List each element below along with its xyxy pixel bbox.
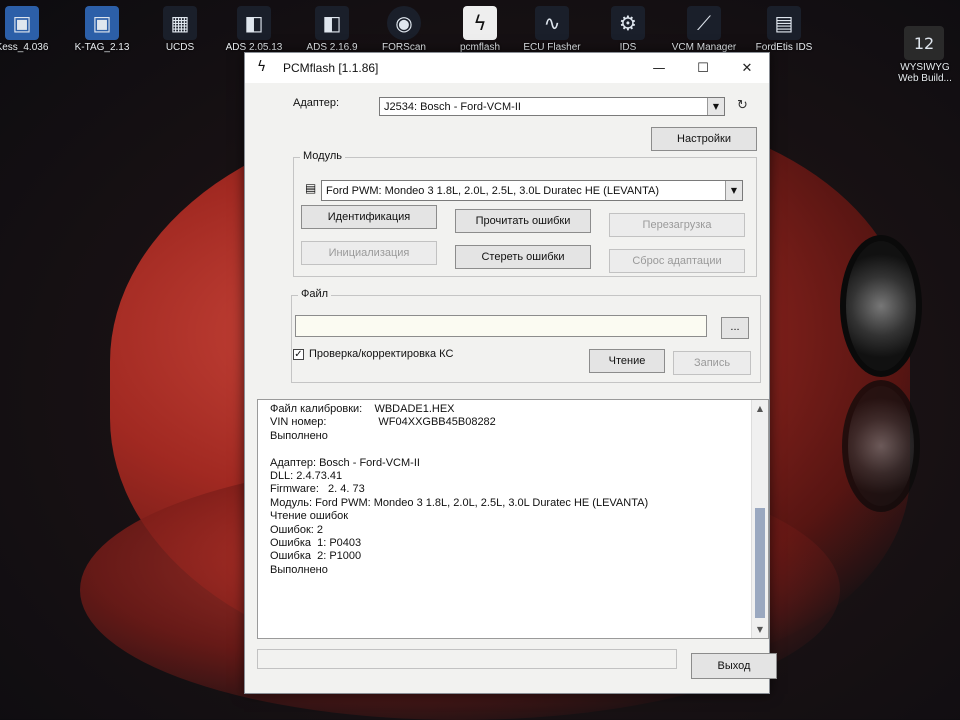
pcmflash-window: ϟ PCMflash [1.1.86] — ☐ ✕ Адаптер: J2534… <box>244 52 777 694</box>
log-line: Выполнено <box>270 429 328 442</box>
adapter-label: Адаптер: <box>293 97 340 109</box>
read-button[interactable]: Чтение <box>589 349 665 373</box>
wallpaper-wheel-reflection <box>842 380 920 512</box>
app-icon: ⚙ <box>611 6 645 40</box>
minimize-button[interactable]: — <box>637 53 681 83</box>
desktop-icon-ktag[interactable]: ▣ K-TAG_2.13 <box>62 6 142 53</box>
identify-button[interactable]: Идентификация <box>301 205 437 229</box>
desktop-icon-ids[interactable]: ⚙ IDS <box>588 6 668 53</box>
desktop-icon-fordetis[interactable]: ▤ FordEtis IDS <box>744 6 824 53</box>
app-icon: ◧ <box>315 6 349 40</box>
module-value: Ford PWM: Mondeo 3 1.8L, 2.0L, 2.5L, 3.0… <box>326 185 660 197</box>
log-line: Чтение ошибок <box>270 510 349 523</box>
desktop-icon-ecu-flasher[interactable]: ∿ ECU Flasher <box>512 6 592 53</box>
clear-errors-button[interactable]: Стереть ошибки <box>455 245 591 269</box>
chevron-down-icon: ▼ <box>725 181 742 200</box>
maximize-button[interactable]: ☐ <box>681 53 725 83</box>
log-output[interactable]: Файл калибровки: WBDADE1.HEX VIN номер: … <box>257 399 769 639</box>
scroll-down-icon[interactable]: ▼ <box>752 623 768 636</box>
app-icon: 12 <box>904 26 944 60</box>
adapter-select[interactable]: J2534: Bosch - Ford-VCM-II ▼ <box>379 97 725 116</box>
log-line: Firmware: 2. 4. 73 <box>270 483 365 496</box>
module-icon: ▤ <box>305 181 317 195</box>
app-icon: ∿ <box>535 6 569 40</box>
app-icon: ◉ <box>387 6 421 40</box>
app-icon: ▣ <box>5 6 39 40</box>
desktop-icon-kess[interactable]: ▣ Kess_4.036 <box>0 6 62 53</box>
checksum-label: Проверка/корректировка КС <box>309 348 454 360</box>
desktop-icon-ads-1[interactable]: ◧ ADS 2.05.13 <box>214 6 294 53</box>
app-icon: ▤ <box>767 6 801 40</box>
reboot-button[interactable]: Перезагрузка <box>609 213 745 237</box>
exit-button[interactable]: Выход <box>691 653 777 679</box>
log-line: Выполнено <box>270 563 328 576</box>
wallpaper-wheel <box>840 235 922 377</box>
log-line: Ошибка 1: P0403 <box>270 537 362 550</box>
app-icon: ▦ <box>163 6 197 40</box>
file-path-input[interactable] <box>295 315 707 337</box>
app-icon: ◧ <box>237 6 271 40</box>
log-scrollbar[interactable]: ▲ ▼ <box>751 400 768 638</box>
file-legend: Файл <box>298 288 332 300</box>
log-lines: Файл калибровки: WBDADE1.HEX VIN номер: … <box>270 403 750 577</box>
chevron-down-icon: ▼ <box>707 98 724 115</box>
log-line: VIN номер: WF04XXGBB45B08282 <box>270 416 496 429</box>
desktop-icon-pcmflash[interactable]: ϟ pcmflash <box>440 6 520 53</box>
scrollbar-thumb[interactable] <box>755 508 765 618</box>
title-bar[interactable]: ϟ PCMflash [1.1.86] — ☐ ✕ <box>245 53 769 83</box>
log-line: Файл калибровки: WBDADE1.HEX <box>270 403 455 415</box>
app-icon: ⟋ <box>687 6 721 40</box>
read-errors-button[interactable]: Прочитать ошибки <box>455 209 591 233</box>
pcmflash-icon: ϟ <box>463 6 497 40</box>
settings-button[interactable]: Настройки <box>651 127 757 151</box>
corner-badge: 12 <box>913 33 935 53</box>
init-button[interactable]: Инициализация <box>301 241 437 265</box>
app-icon: ▣ <box>85 6 119 40</box>
module-select[interactable]: Ford PWM: Mondeo 3 1.8L, 2.0L, 2.5L, 3.0… <box>321 180 743 201</box>
window-title: PCMflash [1.1.86] <box>283 61 379 75</box>
log-line: Модуль: Ford PWM: Mondeo 3 1.8L, 2.0L, 2… <box>270 496 649 509</box>
reset-adaptation-button[interactable]: Сброс адаптации <box>609 249 745 273</box>
desktop-icon-ucds[interactable]: ▦ UCDS <box>140 6 220 53</box>
pcmflash-icon: ϟ <box>257 59 267 75</box>
log-line: Ошибок: 2 <box>270 523 323 536</box>
desktop-icon-vcm-manager[interactable]: ⟋ VCM Manager <box>664 6 744 53</box>
desktop-icon-wysiwyg[interactable]: 12 WYSIWYG Web Build... <box>884 26 960 84</box>
module-legend: Модуль <box>300 150 345 162</box>
window-controls: — ☐ ✕ <box>637 53 769 83</box>
desktop-icon-ads-2[interactable]: ◧ ADS 2.16.9 <box>292 6 372 53</box>
log-line: Ошибка 2: P1000 <box>270 550 362 563</box>
checksum-checkbox[interactable]: ✓ <box>293 349 304 360</box>
scroll-up-icon[interactable]: ▲ <box>752 402 768 415</box>
write-button[interactable]: Запись <box>673 351 751 375</box>
browse-button[interactable]: ... <box>721 317 749 339</box>
status-bar <box>257 649 677 669</box>
refresh-icon[interactable]: ↻ <box>737 98 748 113</box>
log-line: DLL: 2.4.73.41 <box>270 470 343 483</box>
adapter-value: J2534: Bosch - Ford-VCM-II <box>384 101 521 113</box>
desktop-icon-forscan[interactable]: ◉ FORScan <box>364 6 444 53</box>
close-button[interactable]: ✕ <box>725 53 769 83</box>
log-line: Адаптер: Bosch - Ford-VCM-II <box>270 456 420 469</box>
